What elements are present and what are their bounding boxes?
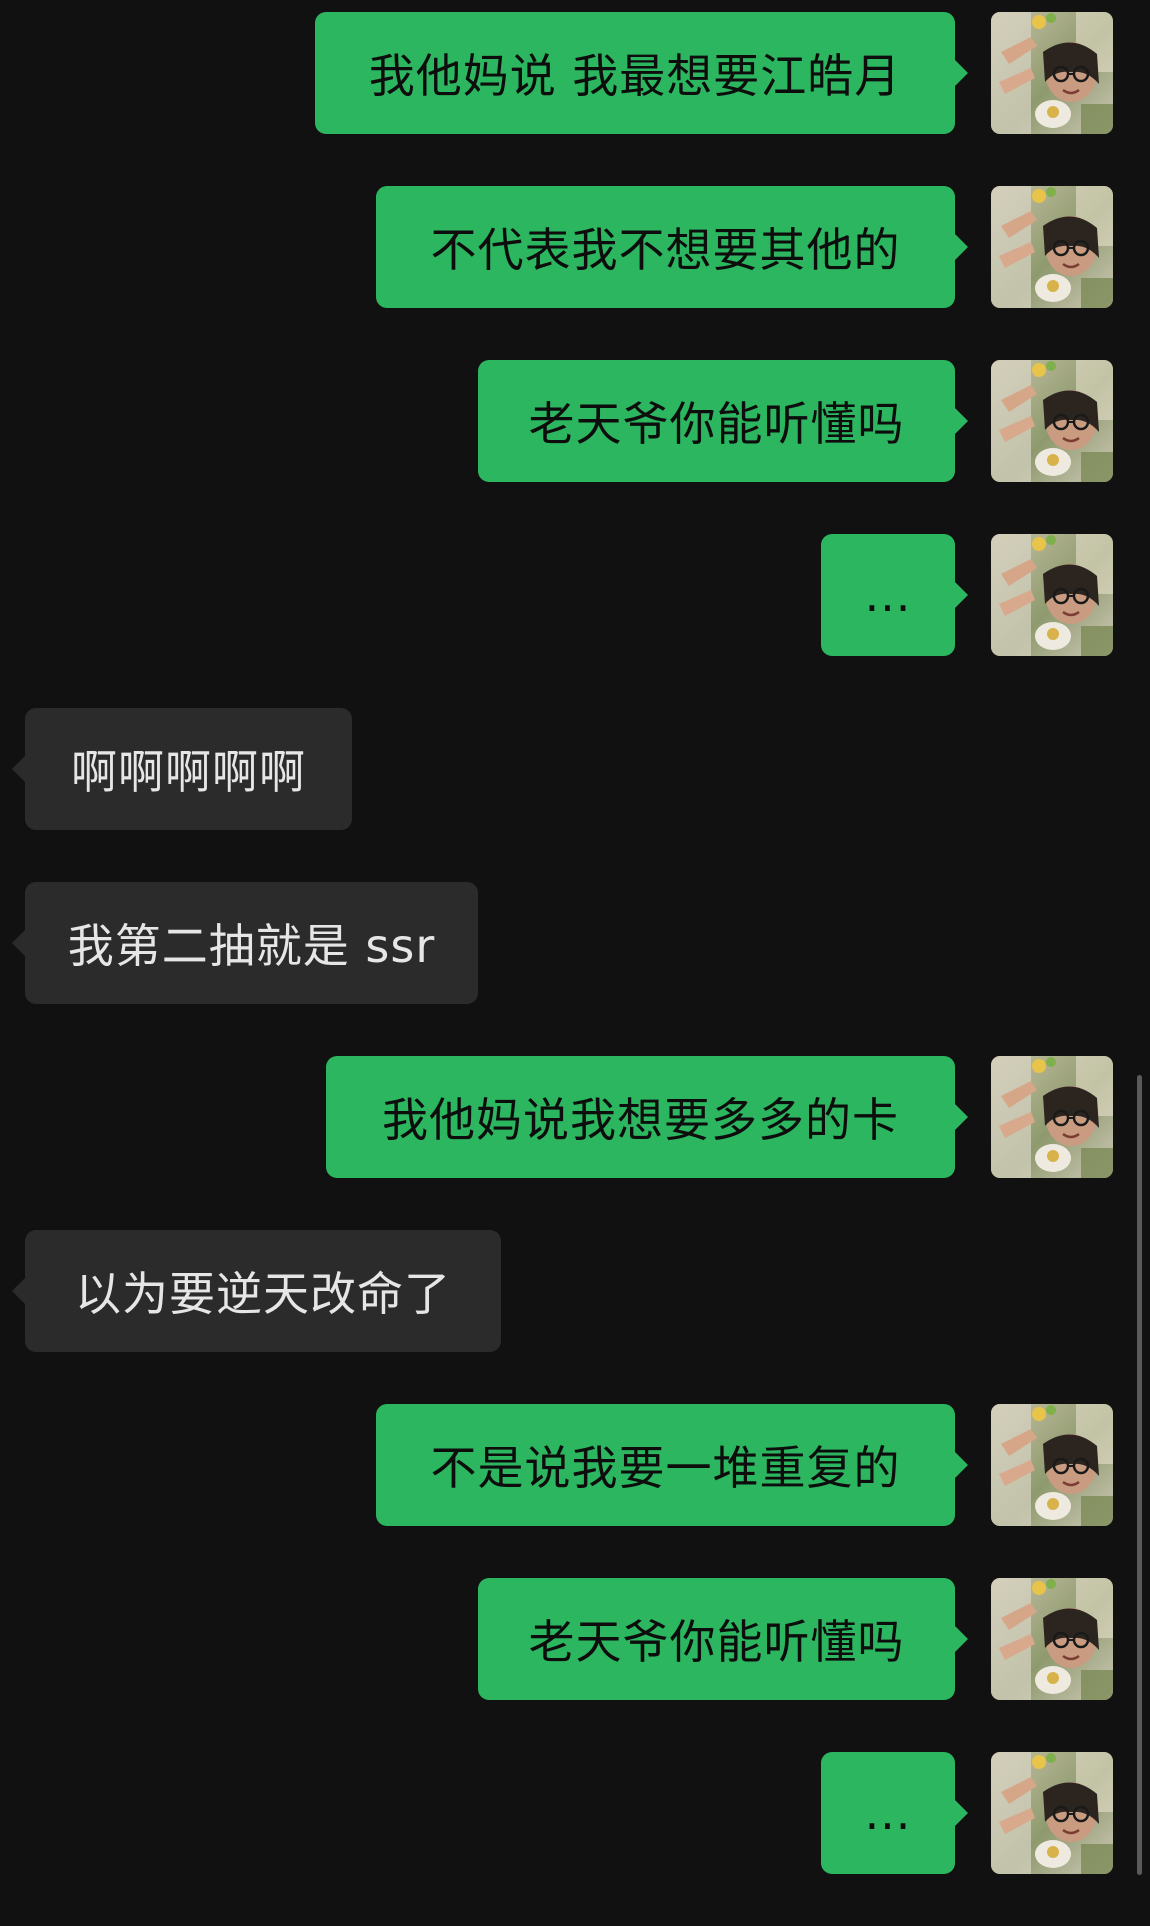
outgoing-message-bubble[interactable]: 老天爷你能听懂吗 <box>478 360 968 482</box>
user-avatar-icon[interactable] <box>991 534 1113 656</box>
chat-message-list[interactable]: 我他妈说 我最想要江皓月不代表我不想要其他的老天爷你能听懂吗... 啊啊啊啊啊我第… <box>0 0 1150 1926</box>
outgoing-message-bubble[interactable]: 老天爷你能听懂吗 <box>478 1578 968 1700</box>
message-text: 老天爷你能听懂吗 <box>528 397 905 451</box>
message-row-outgoing: ... <box>0 1752 1150 1874</box>
message-row-outgoing: 我他妈说 我最想要江皓月 <box>0 12 1150 134</box>
outgoing-message-bubble[interactable]: 不是说我要一堆重复的 <box>376 1404 968 1526</box>
user-avatar-icon[interactable] <box>991 186 1113 308</box>
user-avatar-icon[interactable] <box>991 12 1113 134</box>
user-avatar-icon[interactable] <box>991 1056 1113 1178</box>
message-row-incoming: 以为要逆天改命了 <box>0 1230 1150 1352</box>
user-avatar-icon[interactable] <box>991 360 1113 482</box>
message-row-incoming: 啊啊啊啊啊 <box>0 708 1150 830</box>
message-row-outgoing: ... <box>0 534 1150 656</box>
message-text: 以为要逆天改命了 <box>75 1267 451 1321</box>
incoming-message-bubble[interactable]: 我第二抽就是 ssr <box>12 882 478 1004</box>
message-text: ... <box>864 1786 912 1840</box>
message-text: 不代表我不想要其他的 <box>430 223 901 277</box>
message-row-outgoing: 老天爷你能听懂吗 <box>0 1578 1150 1700</box>
outgoing-message-bubble[interactable]: ... <box>821 534 968 656</box>
message-text: 我他妈说 我最想要江皓月 <box>368 49 902 103</box>
incoming-message-bubble[interactable]: 以为要逆天改命了 <box>12 1230 501 1352</box>
message-text: 我他妈说我想要多多的卡 <box>382 1093 899 1147</box>
user-avatar-icon[interactable] <box>991 1578 1113 1700</box>
outgoing-message-bubble[interactable]: ... <box>821 1752 968 1874</box>
outgoing-message-bubble[interactable]: 我他妈说我想要多多的卡 <box>326 1056 968 1178</box>
message-row-incoming: 我第二抽就是 ssr <box>0 882 1150 1004</box>
message-text: 我第二抽就是 ssr <box>67 919 436 973</box>
message-row-outgoing: 不代表我不想要其他的 <box>0 186 1150 308</box>
message-text: ... <box>864 568 912 622</box>
user-avatar-icon[interactable] <box>991 1752 1113 1874</box>
outgoing-message-bubble[interactable]: 我他妈说 我最想要江皓月 <box>315 12 968 134</box>
message-row-outgoing: 老天爷你能听懂吗 <box>0 360 1150 482</box>
incoming-message-bubble[interactable]: 啊啊啊啊啊 <box>12 708 352 830</box>
message-text: 啊啊啊啊啊 <box>71 745 306 799</box>
message-row-outgoing: 我他妈说我想要多多的卡 <box>0 1056 1150 1178</box>
message-row-outgoing: 不是说我要一堆重复的 <box>0 1404 1150 1526</box>
message-text: 老天爷你能听懂吗 <box>528 1615 905 1669</box>
user-avatar-icon[interactable] <box>991 1404 1113 1526</box>
message-text: 不是说我要一堆重复的 <box>430 1441 901 1495</box>
outgoing-message-bubble[interactable]: 不代表我不想要其他的 <box>376 186 968 308</box>
